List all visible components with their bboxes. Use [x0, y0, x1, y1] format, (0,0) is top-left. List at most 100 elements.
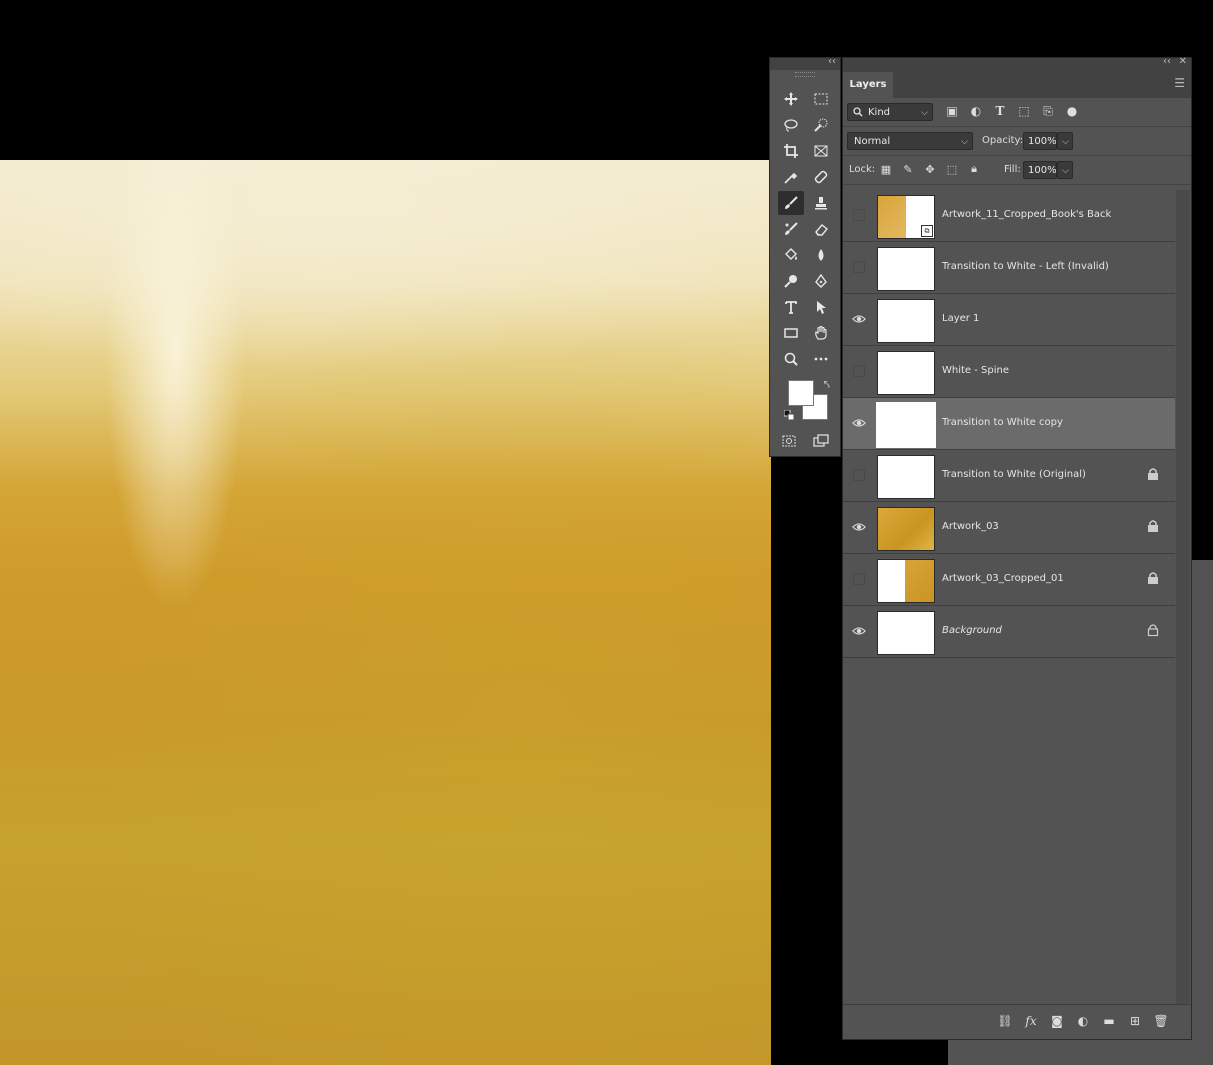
- hand-tool-icon[interactable]: [808, 321, 834, 345]
- link-layers-icon[interactable]: ⛓: [997, 1013, 1013, 1029]
- fill-input[interactable]: 100%: [1023, 161, 1057, 179]
- layer-row[interactable]: Transition to White (Original): [843, 450, 1175, 502]
- blend-row: Normal ⌵ Opacity: 100% ⌵: [843, 127, 1191, 156]
- fill-label: Fill:: [1004, 164, 1021, 175]
- move-tool-icon[interactable]: [778, 87, 804, 111]
- clone-stamp-tool-icon[interactable]: [808, 191, 834, 215]
- opacity-input[interactable]: 100%: [1023, 132, 1057, 150]
- history-brush-tool-icon[interactable]: [778, 217, 804, 241]
- collapse-icon[interactable]: ‹‹: [828, 56, 836, 67]
- opacity-value: 100%: [1028, 136, 1057, 147]
- path-selection-tool-icon[interactable]: [808, 295, 834, 319]
- filter-kind-select[interactable]: Kind ⌵: [847, 103, 933, 121]
- paint-bucket-tool-icon[interactable]: [778, 243, 804, 267]
- delete-layer-icon[interactable]: 🗑︎: [1153, 1013, 1169, 1029]
- tools-panel-titlebar[interactable]: ‹‹: [770, 56, 840, 70]
- default-colors-icon[interactable]: [784, 410, 794, 420]
- new-group-icon[interactable]: ▬: [1101, 1013, 1117, 1029]
- filter-pixel-icon[interactable]: ▣: [943, 102, 961, 120]
- healing-brush-tool-icon[interactable]: [808, 165, 834, 189]
- lock-icon: [1148, 468, 1158, 480]
- lock-icon: [1148, 520, 1158, 532]
- layer-thumbnail: [877, 455, 935, 499]
- visibility-toggle[interactable]: [853, 261, 865, 273]
- filter-toggle-icon[interactable]: ●: [1063, 102, 1081, 120]
- eye-icon[interactable]: [851, 311, 867, 327]
- dodge-tool-icon[interactable]: [778, 269, 804, 293]
- more-tools-icon[interactable]: [808, 347, 834, 371]
- layer-row[interactable]: Layer 1: [843, 294, 1175, 346]
- visibility-toggle[interactable]: [853, 365, 865, 377]
- panel-menu-icon[interactable]: ☰: [1174, 76, 1185, 90]
- swap-colors-icon[interactable]: ⤣: [824, 378, 830, 392]
- eraser-tool-icon[interactable]: [808, 217, 834, 241]
- add-mask-icon[interactable]: ◙: [1049, 1013, 1065, 1029]
- frame-tool-icon[interactable]: [808, 139, 834, 163]
- layer-thumbnail: [877, 351, 935, 395]
- adjustment-layer-icon[interactable]: ◐: [1075, 1013, 1091, 1029]
- layer-row[interactable]: Artwork_03_Cropped_01: [843, 554, 1175, 606]
- marquee-tool-icon[interactable]: [808, 87, 834, 111]
- layers-tab-row: Layers ☰: [843, 70, 1191, 98]
- layer-row-selected[interactable]: Transition to White copy: [843, 398, 1175, 450]
- lock-row: Lock: ▦ ✎ ✥ ⬚ 🔒︎ Fill: 100% ⌵: [843, 156, 1191, 185]
- type-tool-icon[interactable]: [778, 295, 804, 319]
- layers-scrollbar[interactable]: [1176, 190, 1190, 1010]
- layer-thumbnail: [877, 299, 935, 343]
- rectangle-tool-icon[interactable]: [778, 321, 804, 345]
- zoom-tool-icon[interactable]: [778, 347, 804, 371]
- lock-image-pixels-icon[interactable]: ✎: [901, 162, 915, 176]
- new-layer-icon[interactable]: ⊞: [1127, 1013, 1143, 1029]
- lock-position-icon[interactable]: ✥: [923, 162, 937, 176]
- layer-list: ⧉ Artwork_11_Cropped_Book's Back Transit…: [843, 190, 1175, 658]
- brush-tool-icon[interactable]: [778, 191, 804, 215]
- filter-shape-icon[interactable]: ⬚: [1015, 102, 1033, 120]
- close-icon[interactable]: ✕: [1179, 56, 1187, 67]
- search-icon: [853, 107, 863, 117]
- filter-row: Kind ⌵ ▣ ◐ T ⬚ ⎘ ●: [843, 98, 1191, 127]
- eye-icon[interactable]: [851, 519, 867, 535]
- filter-smart-object-icon[interactable]: ⎘: [1039, 102, 1057, 120]
- layers-panel-titlebar[interactable]: ‹‹ ✕: [843, 56, 1191, 70]
- filter-type-icon[interactable]: T: [991, 102, 1009, 120]
- screen-mode-icon[interactable]: [810, 432, 832, 450]
- eye-icon[interactable]: [851, 415, 867, 431]
- blend-mode-select[interactable]: Normal ⌵: [847, 132, 973, 150]
- tab-layers[interactable]: Layers: [843, 72, 893, 98]
- layer-row[interactable]: Transition to White - Left (Invalid): [843, 242, 1175, 294]
- visibility-toggle[interactable]: [853, 209, 865, 221]
- layer-row[interactable]: White - Spine: [843, 346, 1175, 398]
- color-swatches: ⤣: [784, 378, 830, 424]
- lock-label: Lock:: [849, 164, 876, 175]
- lasso-tool-icon[interactable]: [778, 113, 804, 137]
- opacity-dropdown-button[interactable]: ⌵: [1057, 132, 1073, 150]
- blur-tool-icon[interactable]: [808, 243, 834, 267]
- thumbnail-artwork: [904, 560, 934, 602]
- lock-transparent-pixels-icon[interactable]: ▦: [879, 162, 893, 176]
- lock-artboard-icon[interactable]: ⬚: [945, 162, 959, 176]
- layer-name: White - Spine: [942, 365, 1010, 376]
- visibility-toggle[interactable]: [853, 469, 865, 481]
- quick-selection-tool-icon[interactable]: [808, 113, 834, 137]
- layer-style-fx-icon[interactable]: fx: [1023, 1013, 1039, 1029]
- layer-row[interactable]: ⧉ Artwork_11_Cropped_Book's Back: [843, 190, 1175, 242]
- layer-name: Layer 1: [942, 313, 980, 324]
- eye-icon[interactable]: [851, 623, 867, 639]
- crop-tool-icon[interactable]: [778, 139, 804, 163]
- panel-grip[interactable]: [795, 72, 815, 77]
- document-canvas[interactable]: [0, 160, 771, 1065]
- chevron-down-icon: ⌵: [1062, 137, 1069, 147]
- visibility-toggle[interactable]: [853, 573, 865, 585]
- quick-mask-icon[interactable]: [778, 432, 800, 450]
- filter-adjustment-icon[interactable]: ◐: [967, 102, 985, 120]
- fill-dropdown-button[interactable]: ⌵: [1057, 161, 1073, 179]
- layer-row[interactable]: Artwork_03: [843, 502, 1175, 554]
- collapse-icon[interactable]: ‹‹: [1163, 56, 1171, 67]
- lock-all-icon[interactable]: 🔒︎: [967, 162, 981, 176]
- layer-name: Transition to White - Left (Invalid): [942, 261, 1109, 272]
- layer-thumbnail: ⧉: [877, 195, 935, 239]
- pen-tool-icon[interactable]: [808, 269, 834, 293]
- layer-row[interactable]: Background: [843, 606, 1175, 658]
- foreground-color-swatch[interactable]: [788, 380, 814, 406]
- eyedropper-tool-icon[interactable]: [778, 165, 804, 189]
